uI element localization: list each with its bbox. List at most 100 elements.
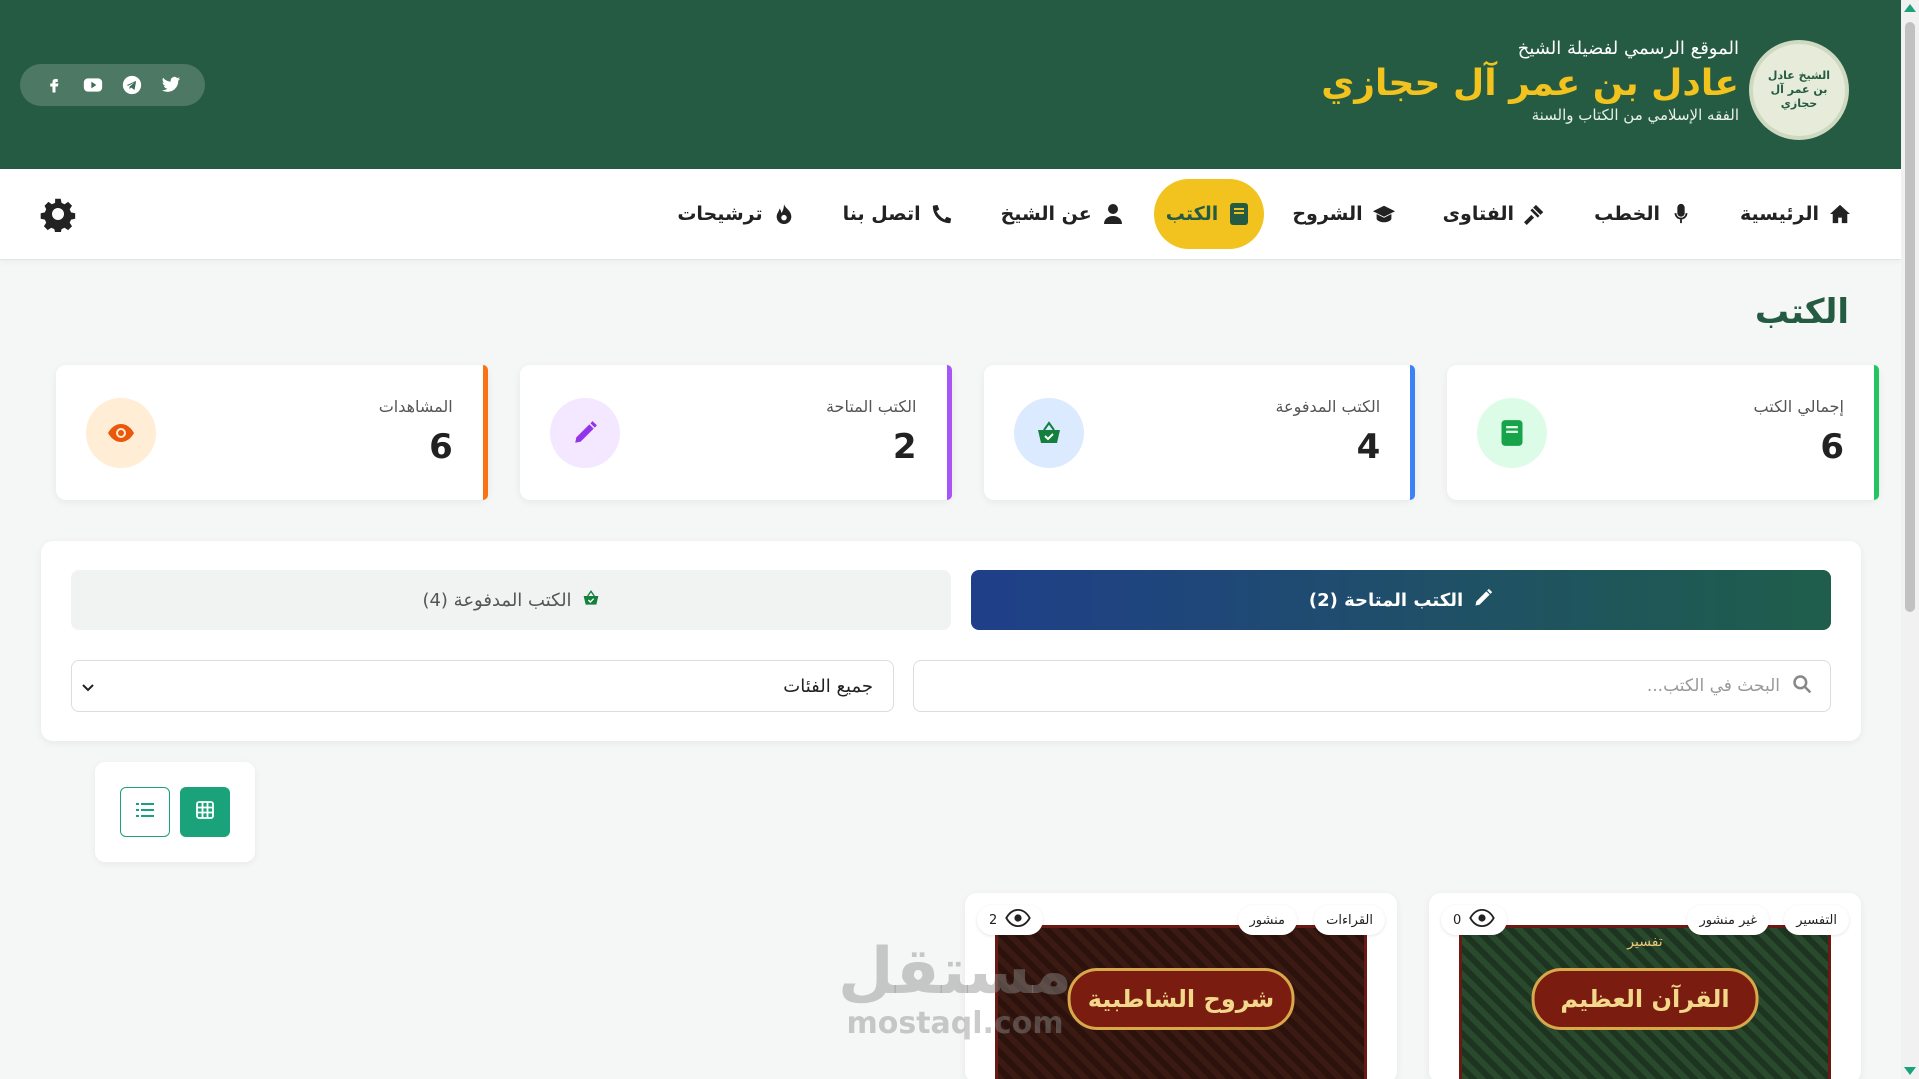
- list-icon: [136, 802, 154, 822]
- nav-label: الكتب: [1165, 203, 1219, 225]
- book-card[interactable]: تفسير القرآن العظيم التفسير غير منشور 0: [1429, 893, 1861, 1079]
- category-badge: القراءات: [1314, 905, 1385, 935]
- stat-label: إجمالي الكتب: [1753, 397, 1844, 416]
- stat-label: الكتب المدفوعة: [1275, 397, 1381, 416]
- microphone-icon: [1668, 201, 1694, 227]
- book-cover-image: تفسير القرآن العظيم: [1459, 925, 1831, 1079]
- settings-gear-icon[interactable]: [40, 196, 76, 234]
- nav-label: اتصل بنا: [842, 203, 921, 225]
- main-nav: الرئيسية الخطب الفتاوى الشروح الكتب عن ا…: [0, 169, 1901, 260]
- nav-item-sermons[interactable]: الخطب: [1576, 179, 1712, 249]
- graduation-cap-icon: [1371, 201, 1397, 227]
- nav-item-home[interactable]: الرئيسية: [1722, 179, 1871, 249]
- user-icon: [1100, 201, 1126, 227]
- telegram-icon[interactable]: [118, 71, 146, 99]
- phone-icon: [929, 201, 955, 227]
- facebook-icon[interactable]: [40, 71, 68, 99]
- nav-item-about[interactable]: عن الشيخ: [983, 179, 1144, 249]
- home-icon: [1827, 201, 1853, 227]
- nav-item-explanations[interactable]: الشروح: [1274, 179, 1414, 249]
- brand-tagline: الفقه الإسلامي من الكتاب والسنة: [1531, 106, 1739, 124]
- grid-icon: [196, 801, 214, 823]
- page-title: الكتب: [1754, 292, 1849, 332]
- watermark: مستقل mostaql.com: [838, 940, 1072, 1041]
- stat-accent: [1410, 365, 1416, 500]
- views-badge: 0: [1441, 905, 1508, 935]
- views-badge: 2: [977, 905, 1044, 935]
- eye-icon: [1469, 908, 1496, 931]
- cover-title: شروح الشاطبية: [1067, 968, 1295, 1030]
- brand-name[interactable]: عادل بن عمر آل حجازي: [1321, 63, 1739, 104]
- stat-value: 4: [1356, 427, 1381, 467]
- youtube-icon[interactable]: [79, 71, 107, 99]
- scroll-up-arrow-icon[interactable]: [1904, 4, 1916, 12]
- site-logo[interactable]: الشيخ عادل بن عمر آل حجازي: [1749, 40, 1849, 140]
- tab-paid-books[interactable]: الكتب المدفوعة (4): [71, 570, 951, 630]
- cover-pretitle: تفسير: [1627, 934, 1663, 950]
- stat-label: المشاهدات: [378, 397, 453, 416]
- eye-icon: [1005, 908, 1032, 931]
- stat-accent: [946, 365, 952, 500]
- nav-label: الرئيسية: [1740, 203, 1819, 225]
- search-box: [913, 660, 1831, 712]
- stat-card-total: إجمالي الكتب 6: [1447, 365, 1879, 500]
- status-badge: غير منشور: [1687, 905, 1769, 935]
- category-select[interactable]: جميع الفئات: [71, 660, 894, 712]
- shopping-basket-icon: [1013, 398, 1084, 468]
- nav-label: عن الشيخ: [1000, 203, 1092, 225]
- stat-accent: [1874, 365, 1879, 500]
- pen-icon: [1473, 588, 1493, 613]
- view-toggle: [95, 762, 255, 862]
- status-badge: منشور: [1237, 905, 1297, 935]
- book-icon: [1477, 398, 1548, 468]
- list-view-button[interactable]: [120, 787, 170, 837]
- search-input[interactable]: [932, 676, 1780, 696]
- stat-value: 6: [429, 427, 453, 467]
- scroll-down-arrow-icon[interactable]: [1904, 1067, 1916, 1075]
- book-icon: [1226, 201, 1252, 227]
- twitter-icon[interactable]: [157, 71, 185, 99]
- search-icon: [1792, 674, 1812, 698]
- nav-item-recommendations[interactable]: ترشيحات: [659, 179, 814, 249]
- nav-item-books[interactable]: الكتب: [1153, 179, 1265, 249]
- nav-items: الرئيسية الخطب الفتاوى الشروح الكتب عن ا…: [659, 179, 1871, 249]
- brand-block: الموقع الرسمي لفضيلة الشيخ عادل بن عمر آ…: [1321, 38, 1739, 124]
- nav-item-fatwas[interactable]: الفتاوى: [1425, 179, 1566, 249]
- stat-card-views: المشاهدات 6: [56, 365, 488, 500]
- tab-available-books[interactable]: الكتب المتاحة (2): [971, 570, 1831, 630]
- category-selected: جميع الفئات: [783, 675, 873, 697]
- grid-view-button[interactable]: [180, 787, 230, 837]
- category-badge: التفسير: [1784, 905, 1849, 935]
- stat-label: الكتب المتاحة: [825, 397, 917, 416]
- page-scrollbar[interactable]: [1901, 0, 1919, 1079]
- nav-label: الشروح: [1292, 203, 1363, 225]
- tab-label: الكتب المدفوعة (4): [422, 589, 572, 611]
- stat-value: 6: [1820, 427, 1844, 467]
- nav-item-contact[interactable]: اتصل بنا: [825, 179, 973, 249]
- logo-text: الشيخ عادل بن عمر آل حجازي: [1767, 69, 1831, 110]
- views-count: 2: [989, 912, 998, 928]
- stat-card-available: الكتب المتاحة 2: [519, 365, 952, 500]
- eye-icon: [86, 398, 156, 468]
- site-header: الشيخ عادل بن عمر آل حجازي الموقع الرسمي…: [0, 0, 1901, 169]
- stat-card-paid: الكتب المدفوعة 4: [983, 365, 1416, 500]
- nav-label: الخطب: [1594, 203, 1661, 225]
- fire-icon: [771, 201, 797, 227]
- stat-accent: [482, 365, 488, 500]
- social-links: [20, 64, 205, 106]
- cover-title: القرآن العظيم: [1531, 968, 1759, 1030]
- pen-icon: [549, 398, 620, 468]
- nav-label: ترشيحات: [677, 203, 763, 225]
- shopping-basket-icon: [582, 589, 600, 611]
- stats-row: إجمالي الكتب 6 الكتب المدفوعة 4 الكتب ال…: [56, 365, 1879, 500]
- chevron-down-icon: [82, 676, 94, 697]
- brand-pretitle: الموقع الرسمي لفضيلة الشيخ: [1517, 38, 1739, 59]
- views-count: 0: [1453, 912, 1462, 928]
- watermark-arabic: مستقل: [838, 935, 1073, 1009]
- gavel-icon: [1522, 201, 1548, 227]
- nav-label: الفتاوى: [1442, 203, 1515, 225]
- scrollbar-thumb[interactable]: [1905, 22, 1915, 612]
- tab-label: الكتب المتاحة (2): [1308, 589, 1464, 611]
- watermark-url: mostaql.com: [846, 1006, 1064, 1041]
- stat-value: 2: [892, 427, 917, 467]
